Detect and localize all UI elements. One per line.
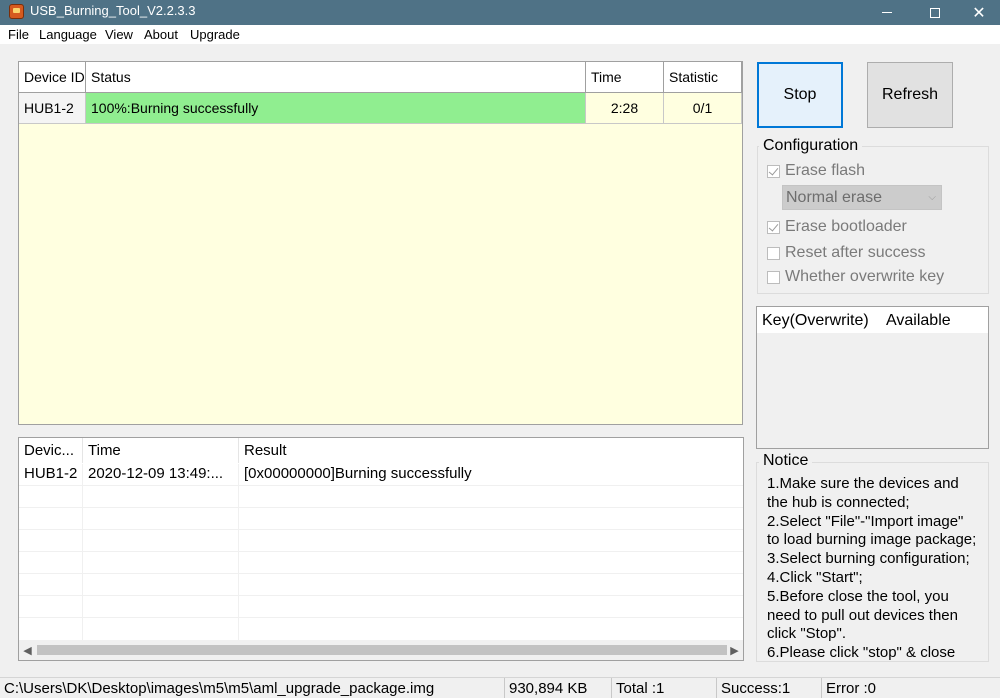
erase-flash-checkbox[interactable]: Erase flash [767,161,865,181]
statistic-cell: 0/1 [664,93,742,123]
notice-text: 1.Make sure the devices and the hub is c… [767,475,993,661]
refresh-button[interactable]: Refresh [867,62,953,128]
device-grid-header: Device ID Status Time Statistic [19,62,742,93]
status-bar: C:\Users\DK\Desktop\images\m5\m5\aml_upg… [0,677,1000,698]
key-list[interactable]: Key(Overwrite) Available [756,306,989,449]
erase-mode-value: Normal erase [786,189,883,206]
log-divider [82,464,83,640]
column-available[interactable]: Available [881,307,981,333]
scroll-thumb[interactable] [37,645,727,655]
image-path: C:\Users\DK\Desktop\images\m5\m5\aml_upg… [0,678,505,698]
column-time[interactable]: Time [586,62,664,92]
column-key-overwrite[interactable]: Key(Overwrite) [757,307,877,333]
log-divider [19,507,743,508]
notice-title: Notice [759,452,813,470]
menu-about[interactable]: About [144,27,178,42]
close-icon: ✕ [972,4,986,22]
close-button[interactable]: ✕ [956,0,1000,25]
key-list-header: Key(Overwrite) Available [757,307,988,333]
minimize-icon [882,12,892,13]
log-time-cell: 2020-12-09 13:49:... [88,465,224,482]
device-row[interactable]: HUB1-2 100%:Burning successfully 2:28 0/… [19,93,742,124]
log-device-cell: HUB1-2 [24,465,78,482]
notice-line: need to pull out devices then [767,606,958,624]
total-count: Total :1 [612,678,717,698]
overwrite-key-checkbox[interactable]: Whether overwrite key [767,267,944,287]
log-divider [19,485,743,486]
time-cell: 2:28 [586,93,664,123]
image-size: 930,894 KB [505,678,612,698]
scroll-left-icon[interactable]: ◀ [19,640,36,660]
menu-file[interactable]: File [8,27,29,42]
menu-language[interactable]: Language [39,27,97,42]
log-divider [19,573,743,574]
column-statistic[interactable]: Statistic [664,62,742,92]
notice-line: to load burning image package; [767,531,977,549]
column-device-id[interactable]: Device ID [19,62,86,92]
notice-line: 4.Click "Start"; [767,568,863,586]
window-title: USB_Burning_Tool_V2.2.3.3 [30,3,196,18]
log-list[interactable]: Devic... Time Result HUB1-2 2020-12-09 1… [18,437,744,661]
status-cell: 100%:Burning successfully [86,93,586,123]
log-divider [19,529,743,530]
notice-line: 5.Before close the tool, you [767,587,949,605]
log-divider [19,595,743,596]
log-column-device[interactable]: Devic... [19,438,83,463]
log-divider [19,551,743,552]
notice-line: click "Stop". [767,625,847,643]
menu-view[interactable]: View [105,27,133,42]
device-grid[interactable]: Device ID Status Time Statistic HUB1-2 1… [18,61,743,425]
notice-line: 3.Select burning configuration; [767,550,970,568]
title-bar: USB_Burning_Tool_V2.2.3.3 ✕ [0,0,1000,25]
log-column-result[interactable]: Result [239,438,743,463]
menu-bar: File Language View About Upgrade [0,25,1000,44]
notice-line: 2.Select "File"-"Import image" [767,512,964,530]
maximize-icon [930,7,940,18]
maximize-button[interactable] [912,0,958,25]
configuration-title: Configuration [759,137,863,155]
log-column-time[interactable]: Time [83,438,239,463]
success-count: Success:1 [717,678,822,698]
erase-bootloader-label: Erase bootloader [785,218,907,235]
log-divider [238,464,239,640]
notice-line: 1.Make sure the devices and [767,475,959,492]
log-result-cell: [0x00000000]Burning successfully [244,465,472,482]
reset-after-success-checkbox[interactable]: Reset after success [767,243,926,263]
reset-after-success-label: Reset after success [785,244,926,261]
checkbox-unchecked-icon [767,246,780,260]
column-status[interactable]: Status [86,62,586,92]
notice-line: 6.Please click "stop" & close [767,644,956,661]
checkbox-checked-icon [767,164,780,178]
chevron-down-icon: ⌵ [928,192,936,203]
checkbox-unchecked-icon [767,270,780,284]
app-icon [9,4,24,19]
log-divider [19,617,743,618]
horizontal-scrollbar[interactable]: ◀ ▶ [19,640,743,660]
device-id-cell: HUB1-2 [19,93,86,123]
notice-line: the hub is connected; [767,493,910,511]
erase-mode-select[interactable]: Normal erase ⌵ [782,185,942,210]
stop-button[interactable]: Stop [757,62,843,128]
erase-bootloader-checkbox[interactable]: Erase bootloader [767,217,907,237]
scroll-right-icon[interactable]: ▶ [726,640,743,660]
checkbox-checked-icon [767,220,780,234]
error-count: Error :0 [826,680,877,697]
overwrite-key-label: Whether overwrite key [785,268,945,285]
menu-upgrade[interactable]: Upgrade [190,27,240,42]
erase-flash-label: Erase flash [785,162,866,179]
minimize-button[interactable] [864,0,910,25]
